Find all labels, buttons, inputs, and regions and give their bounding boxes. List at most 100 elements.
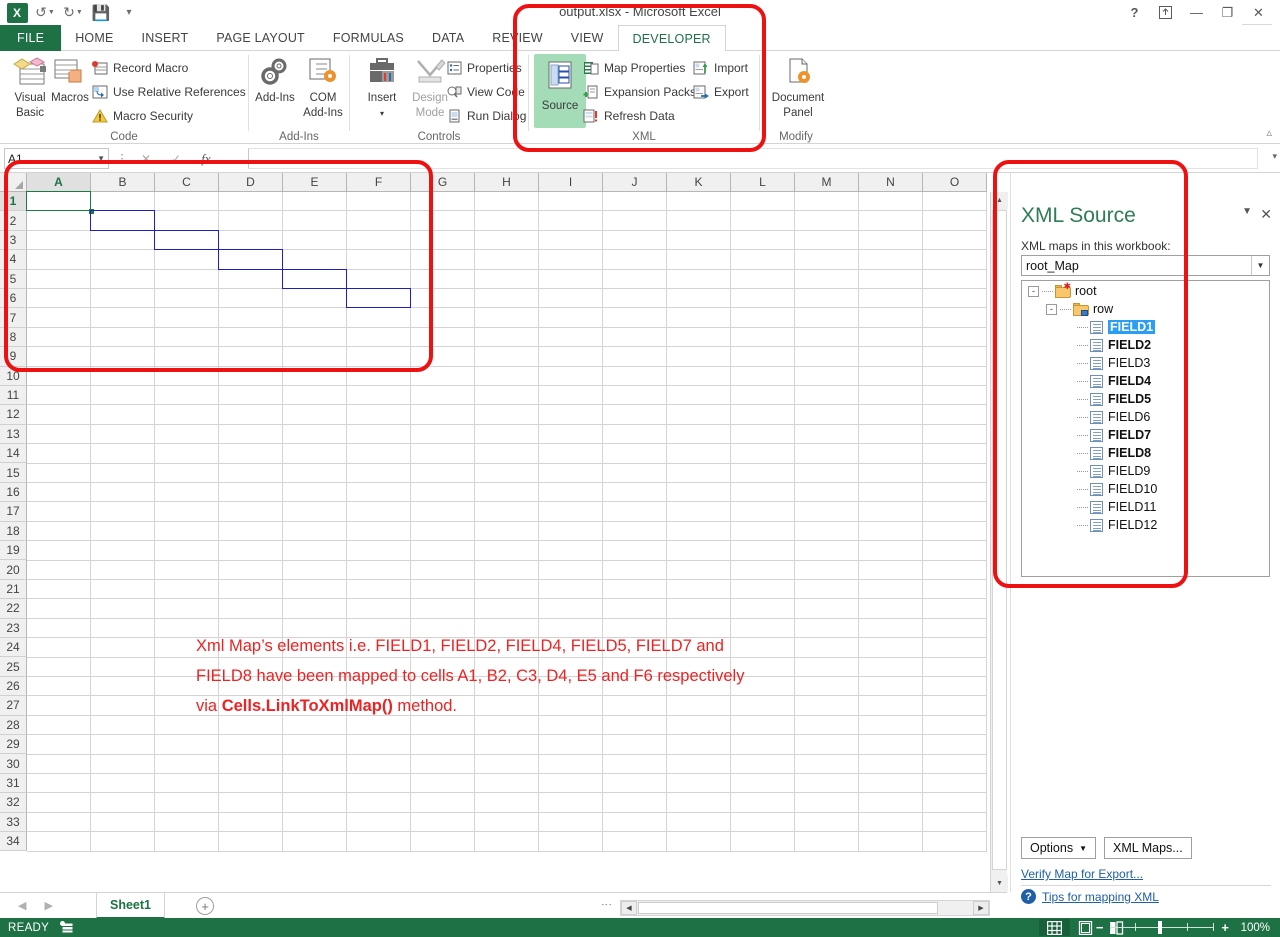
cell-H32[interactable] xyxy=(475,793,539,813)
cell-M2[interactable] xyxy=(795,211,859,231)
cell-B12[interactable] xyxy=(91,405,155,425)
cell-B27[interactable] xyxy=(91,696,155,716)
cell-I19[interactable] xyxy=(539,541,603,561)
cell-J4[interactable] xyxy=(603,250,667,270)
cell-I22[interactable] xyxy=(539,599,603,619)
cell-N3[interactable] xyxy=(859,230,923,251)
row-header-18[interactable]: 18 xyxy=(0,521,27,542)
cell-J22[interactable] xyxy=(603,599,667,619)
previous-sheet-icon[interactable]: ◀ xyxy=(18,899,26,912)
cell-K13[interactable] xyxy=(667,424,731,445)
cell-B22[interactable] xyxy=(91,599,155,619)
cell-O14[interactable] xyxy=(923,444,987,464)
cell-O34[interactable] xyxy=(923,832,987,852)
cell-K8[interactable] xyxy=(667,327,731,348)
horizontal-scroll-thumb[interactable] xyxy=(638,902,938,914)
cell-L10[interactable] xyxy=(731,366,795,386)
cell-L15[interactable] xyxy=(731,463,795,483)
cell-I32[interactable] xyxy=(539,793,603,813)
cell-H8[interactable] xyxy=(475,327,539,348)
cell-C31[interactable] xyxy=(155,774,219,794)
row-header-30[interactable]: 30 xyxy=(0,754,27,774)
cell-G1[interactable] xyxy=(411,192,475,212)
cell-B20[interactable] xyxy=(91,560,155,580)
cell-A20[interactable] xyxy=(27,560,91,580)
cell-O25[interactable] xyxy=(923,657,987,677)
cell-G15[interactable] xyxy=(411,463,475,483)
cell-A13[interactable] xyxy=(27,424,91,445)
cell-D31[interactable] xyxy=(219,774,283,794)
cell-C5[interactable] xyxy=(155,269,219,289)
cancel-entry-icon[interactable]: ✕ xyxy=(131,152,161,166)
cell-N29[interactable] xyxy=(859,735,923,755)
cell-H21[interactable] xyxy=(475,580,539,600)
cell-C32[interactable] xyxy=(155,793,219,813)
cell-O5[interactable] xyxy=(923,269,987,289)
row-header-29[interactable]: 29 xyxy=(0,734,27,755)
cell-E30[interactable] xyxy=(283,754,347,774)
cell-D33[interactable] xyxy=(219,812,283,833)
row-header-14[interactable]: 14 xyxy=(0,444,27,464)
cell-B30[interactable] xyxy=(91,754,155,774)
cell-E10[interactable] xyxy=(283,366,347,386)
vertical-scrollbar[interactable]: ▲ ▼ xyxy=(990,192,1008,892)
row-header-7[interactable]: 7 xyxy=(0,308,27,328)
refresh-data-button[interactable]: Refresh Data xyxy=(583,104,675,127)
cell-E8[interactable] xyxy=(283,327,347,348)
cell-O1[interactable] xyxy=(923,192,987,212)
cell-G16[interactable] xyxy=(411,483,475,503)
cell-O29[interactable] xyxy=(923,735,987,755)
worksheet-grid[interactable]: ABCDEFGHIJKLMNO 1 2 3 4 5 6 7 8 9 10 11 12 13 14 15 16 1… xyxy=(0,173,990,892)
cell-G6[interactable] xyxy=(411,289,475,309)
cell-B8[interactable] xyxy=(91,327,155,348)
tree-expander-root[interactable]: - xyxy=(1028,285,1039,297)
cell-I16[interactable] xyxy=(539,483,603,503)
cell-G3[interactable] xyxy=(411,230,475,251)
cell-H2[interactable] xyxy=(475,211,539,231)
document-panel-button[interactable]: Document Panel xyxy=(768,54,828,120)
cell-J18[interactable] xyxy=(603,521,667,542)
cell-L5[interactable] xyxy=(731,269,795,289)
cell-G12[interactable] xyxy=(411,405,475,425)
cell-H29[interactable] xyxy=(475,735,539,755)
cell-E12[interactable] xyxy=(283,405,347,425)
cell-B14[interactable] xyxy=(91,444,155,464)
cell-J14[interactable] xyxy=(603,444,667,464)
cell-B25[interactable] xyxy=(91,657,155,677)
cell-G22[interactable] xyxy=(411,599,475,619)
cell-I10[interactable] xyxy=(539,366,603,386)
cell-O20[interactable] xyxy=(923,560,987,580)
cell-L9[interactable] xyxy=(731,347,795,367)
cell-B3[interactable] xyxy=(91,230,155,251)
cell-L32[interactable] xyxy=(731,793,795,813)
tree-node-field11[interactable]: FIELD11 xyxy=(1022,498,1269,516)
row-header-21[interactable]: 21 xyxy=(0,579,27,600)
row-header-13[interactable]: 13 xyxy=(0,424,27,445)
cell-C17[interactable] xyxy=(155,502,219,522)
cell-A30[interactable] xyxy=(27,754,91,774)
cell-O23[interactable] xyxy=(923,618,987,639)
cell-E14[interactable] xyxy=(283,444,347,464)
cell-F33[interactable] xyxy=(347,812,411,833)
cell-C9[interactable] xyxy=(155,347,219,367)
cell-E18[interactable] xyxy=(283,521,347,542)
cell-K31[interactable] xyxy=(667,774,731,794)
cell-A2[interactable] xyxy=(27,211,91,231)
cell-M6[interactable] xyxy=(795,289,859,309)
cell-J15[interactable] xyxy=(603,463,667,483)
cell-D9[interactable] xyxy=(219,347,283,367)
cell-I7[interactable] xyxy=(539,308,603,328)
cell-H33[interactable] xyxy=(475,812,539,833)
zoom-out-icon[interactable]: − xyxy=(1096,920,1104,935)
column-header-i[interactable]: I xyxy=(539,173,603,192)
cell-K30[interactable] xyxy=(667,754,731,774)
cell-B9[interactable] xyxy=(91,347,155,367)
column-header-b[interactable]: B xyxy=(91,173,155,192)
cell-B21[interactable] xyxy=(91,580,155,600)
cell-H18[interactable] xyxy=(475,521,539,542)
cell-B31[interactable] xyxy=(91,774,155,794)
cell-K1[interactable] xyxy=(667,192,731,212)
cell-L19[interactable] xyxy=(731,541,795,561)
cell-O13[interactable] xyxy=(923,424,987,445)
cell-I30[interactable] xyxy=(539,754,603,774)
